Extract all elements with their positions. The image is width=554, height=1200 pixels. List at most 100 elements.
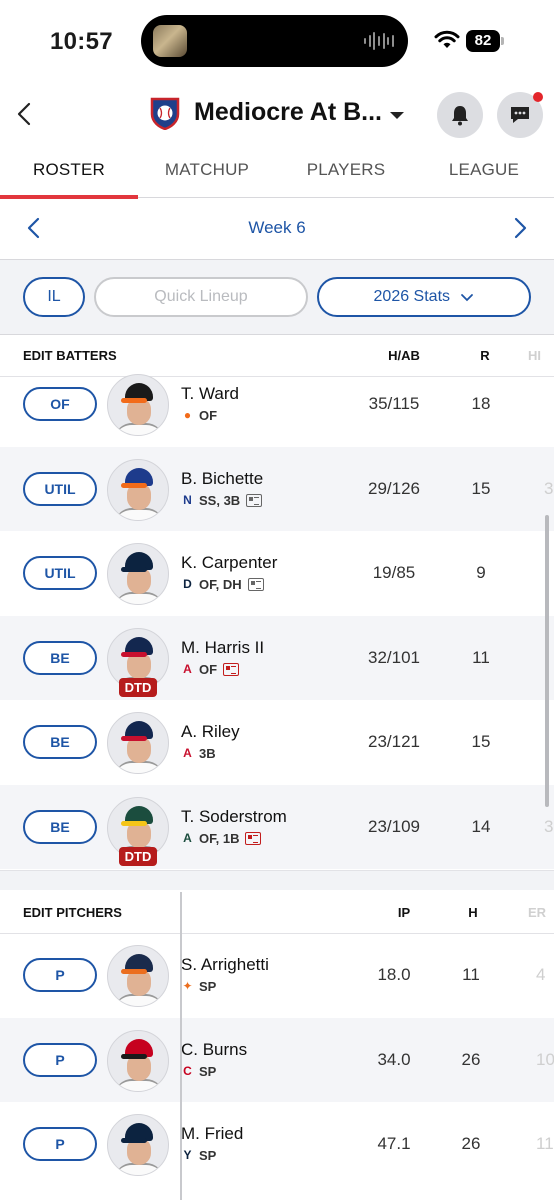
lineup-slot-button[interactable]: BE xyxy=(23,640,97,675)
tab-league[interactable]: LEAGUE xyxy=(415,146,553,198)
player-name[interactable]: M. Fried xyxy=(181,1124,243,1144)
player-positions: OF, DH xyxy=(199,577,242,592)
lineup-slot-button[interactable]: P xyxy=(23,1127,97,1161)
chevron-down-icon[interactable] xyxy=(386,108,408,122)
lineup-slot-button[interactable]: BE xyxy=(23,725,97,759)
astros-logo-icon: ✦ xyxy=(182,979,193,993)
lineup-slot-button[interactable]: BE xyxy=(23,809,97,844)
scrollbar[interactable] xyxy=(545,515,549,807)
week-label[interactable]: Week 6 xyxy=(0,218,554,238)
player-name[interactable]: A. Riley xyxy=(181,722,240,742)
messages-button[interactable] xyxy=(497,92,543,138)
player-headshot[interactable] xyxy=(107,945,169,1007)
stat-value: 34.0 xyxy=(377,1049,411,1069)
team-name[interactable]: Mediocre At B... xyxy=(194,98,382,127)
stat-value: 32/101 xyxy=(368,647,420,667)
lineup-slot-button[interactable]: OF xyxy=(23,387,97,421)
news-icon[interactable] xyxy=(245,831,262,845)
player-row[interactable]: OF T. Ward ● OF 35/115 18 xyxy=(0,362,554,446)
app-header: Mediocre At B... xyxy=(0,82,554,146)
player-headshot[interactable] xyxy=(107,543,169,605)
lineup-slot-button[interactable]: UTIL xyxy=(23,556,97,590)
batters-title[interactable]: EDIT BATTERS xyxy=(23,348,117,363)
audio-waveform-icon xyxy=(364,31,394,51)
column-header[interactable]: IP xyxy=(374,905,434,920)
player-info: A 3B xyxy=(181,746,215,761)
stat-value: 3 xyxy=(544,478,554,498)
player-info: D OF, DH xyxy=(181,577,264,592)
player-positions: SP xyxy=(199,1148,217,1163)
player-name[interactable]: M. Harris II xyxy=(181,638,264,658)
player-name[interactable]: T. Soderstrom xyxy=(181,807,287,827)
stat-value: 11 xyxy=(462,965,480,984)
player-headshot[interactable] xyxy=(107,458,169,521)
news-icon[interactable] xyxy=(247,578,264,591)
player-info: A OF, 1B xyxy=(181,831,262,846)
tigers-logo-icon: D xyxy=(183,577,192,591)
player-row[interactable]: BE DTD M. Harris II A OF 32/101 11 xyxy=(0,615,554,700)
tab-roster[interactable]: ROSTER xyxy=(0,146,138,199)
frozen-column-divider xyxy=(180,892,182,1200)
stat-value: 4 xyxy=(536,965,546,984)
player-info: C SP xyxy=(181,1064,216,1079)
player-headshot[interactable] xyxy=(107,712,169,774)
stats-period-label: 2026 Stats xyxy=(373,288,451,305)
column-header[interactable]: ER xyxy=(528,905,554,920)
tab-bar: ROSTER MATCHUP PLAYERS LEAGUE xyxy=(0,146,554,199)
cap-brim xyxy=(121,482,147,488)
player-name[interactable]: T. Ward xyxy=(181,384,239,404)
lineup-slot-button[interactable]: P xyxy=(23,1042,97,1077)
pitchers-title[interactable]: EDIT PITCHERS xyxy=(23,905,122,920)
player-name[interactable]: S. Arrighetti xyxy=(181,955,269,975)
lineup-slot-button[interactable]: UTIL xyxy=(23,471,97,506)
tab-matchup[interactable]: MATCHUP xyxy=(138,146,276,198)
player-info: ✦ SP xyxy=(181,979,216,994)
stat-value: 35/115 xyxy=(368,394,420,413)
stat-value: 9 xyxy=(476,563,486,582)
player-positions: SS, 3B xyxy=(199,492,241,508)
stats-period-dropdown[interactable]: 2026 Stats xyxy=(317,277,531,317)
chat-bubble-icon xyxy=(511,107,529,123)
player-row[interactable]: BE DTD T. Soderstrom A OF, 1B 23/109 14 3 xyxy=(0,784,554,869)
stat-value: 14 xyxy=(471,816,491,836)
stat-value: 26 xyxy=(461,1134,481,1153)
il-button[interactable]: IL xyxy=(23,277,85,317)
dynamic-island[interactable] xyxy=(141,15,408,67)
player-row[interactable]: UTIL B. Bichette N SS, 3B 29/126 15 3 xyxy=(0,446,554,531)
news-icon[interactable] xyxy=(246,493,263,507)
player-name[interactable]: K. Carpenter xyxy=(181,553,277,573)
news-icon[interactable] xyxy=(223,662,240,676)
player-row[interactable]: BE A. Riley A 3B 23/121 15 xyxy=(0,700,554,784)
player-name[interactable]: B. Bichette xyxy=(181,469,263,489)
chevron-down-icon xyxy=(461,293,474,302)
player-row[interactable]: P S. Arrighetti ✦ SP 18.0 11 4 xyxy=(0,933,554,1017)
stat-value: 11 xyxy=(536,1134,554,1153)
next-week-button[interactable] xyxy=(510,216,530,240)
stat-value: 3 xyxy=(544,816,554,836)
injury-status-badge: DTD xyxy=(119,677,157,697)
player-headshot[interactable] xyxy=(107,374,169,436)
quick-lineup-button[interactable]: Quick Lineup xyxy=(94,277,308,317)
cap-brim xyxy=(121,398,147,403)
column-header[interactable]: HI xyxy=(528,348,554,363)
now-playing-artwork xyxy=(153,25,187,57)
tab-label: PLAYERS xyxy=(306,160,386,179)
player-row[interactable]: UTIL K. Carpenter D OF, DH 19/85 9 xyxy=(0,531,554,615)
notifications-button[interactable] xyxy=(437,92,483,138)
status-time: 10:57 xyxy=(50,28,113,55)
column-header[interactable]: R xyxy=(455,348,515,363)
tab-players[interactable]: PLAYERS xyxy=(277,146,415,198)
back-button[interactable] xyxy=(10,96,42,132)
player-row[interactable]: P C. Burns C SP 34.0 26 10 xyxy=(0,1017,554,1102)
cap-brim xyxy=(121,1053,147,1059)
column-header[interactable]: H xyxy=(443,905,503,920)
tab-label: MATCHUP xyxy=(164,160,250,179)
column-header[interactable]: H/AB xyxy=(374,348,434,363)
player-headshot[interactable] xyxy=(107,1029,169,1092)
player-name[interactable]: C. Burns xyxy=(181,1040,247,1060)
braves-logo-icon: A xyxy=(183,746,192,760)
lineup-slot-button[interactable]: P xyxy=(23,958,97,992)
player-headshot[interactable] xyxy=(107,1114,169,1176)
team-logo-icon xyxy=(150,97,180,130)
player-row[interactable]: P M. Fried Y SP 47.1 26 11 xyxy=(0,1102,554,1186)
